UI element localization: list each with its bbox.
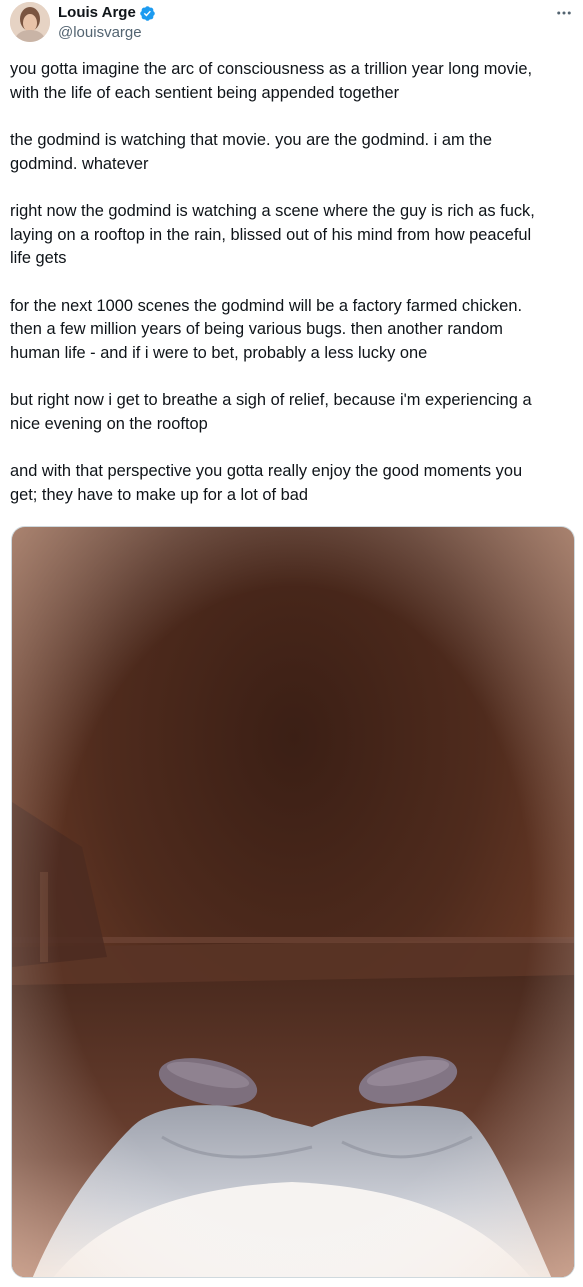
verified-badge-icon: [139, 5, 156, 22]
tweet-photo[interactable]: [11, 526, 575, 1278]
author-display-name[interactable]: Louis Arge: [58, 3, 136, 23]
tweet-paragraph: you gotta imagine the arc of consciousne…: [10, 60, 533, 102]
author-info: Louis Arge @louisvarge: [58, 3, 156, 43]
tweet-paragraph: but right now i get to breathe a sigh of…: [10, 391, 532, 433]
avatar[interactable]: [10, 2, 50, 42]
avatar-image: [10, 2, 50, 42]
tweet-paragraph: and with that perspective you gotta real…: [10, 462, 523, 504]
tweet-paragraph: the godmind is watching that movie. you …: [10, 131, 492, 173]
more-options-button[interactable]: [553, 2, 575, 24]
tweet-header: Louis Arge @louisvarge: [10, 2, 575, 46]
tweet-paragraph: right now the godmind is watching a scen…: [10, 202, 535, 267]
author-handle[interactable]: @louisvarge: [58, 23, 156, 43]
tweet-text: you gotta imagine the arc of consciousne…: [10, 58, 576, 507]
more-horizontal-icon: [557, 11, 571, 15]
rooftop-evening-photo: [12, 527, 574, 1277]
tweet-paragraph: for the next 1000 scenes the godmind wil…: [10, 296, 523, 362]
